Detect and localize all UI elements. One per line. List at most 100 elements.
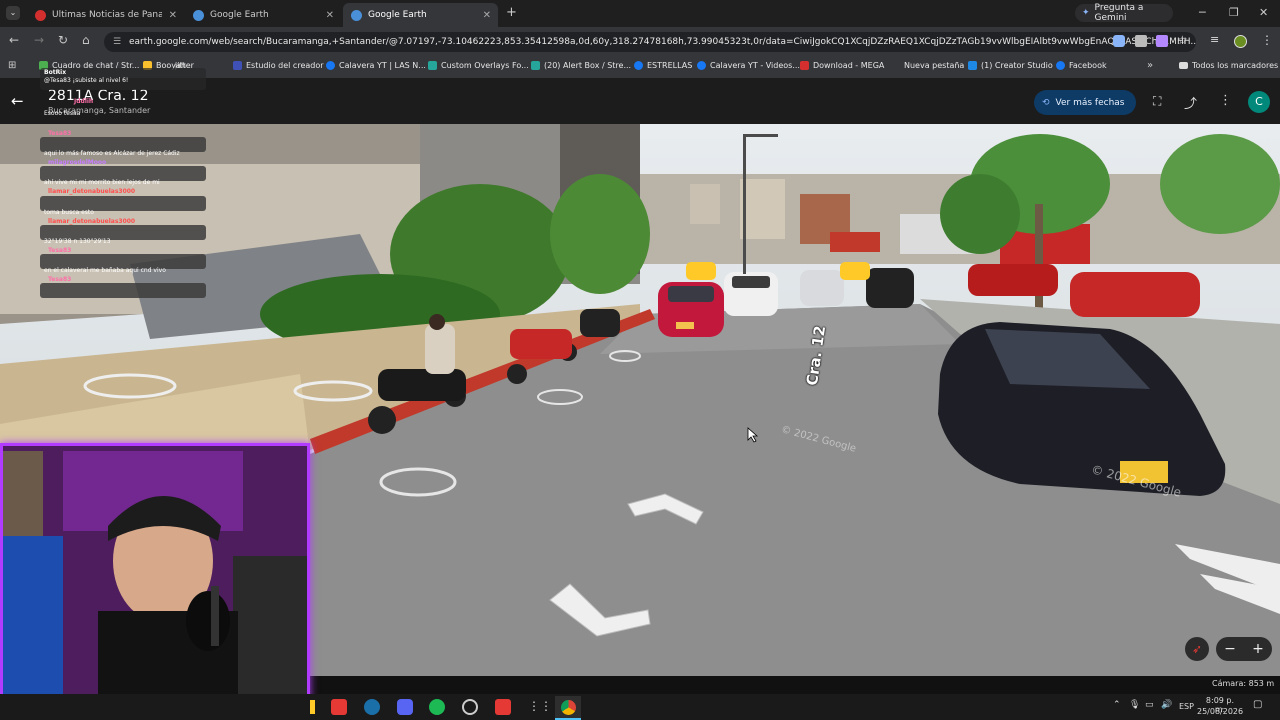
place-title: 2811A Cra. 12 — [48, 88, 149, 104]
spotify-icon[interactable] — [429, 699, 445, 715]
forward-icon[interactable]: → — [34, 33, 44, 47]
reload-icon[interactable]: ↻ — [58, 33, 68, 47]
chat-message-box: ahí vive mi mi morrito bien lejos de mi — [40, 166, 206, 186]
address-bar[interactable]: ☰ earth.google.com/web/search/Bucaramang… — [104, 32, 1196, 52]
share-icon[interactable]: ⤴ — [1184, 93, 1197, 112]
tab-google-earth-active[interactable]: Google Earth ✕ — [343, 3, 498, 27]
bookmark-item[interactable]: Estudio del creador — [233, 61, 324, 70]
bookmark-item[interactable]: Nueva pestaña — [904, 61, 964, 70]
obs-icon[interactable] — [462, 699, 478, 715]
close-tab-icon[interactable]: ✕ — [326, 10, 334, 21]
new-tab-button[interactable]: + — [506, 5, 517, 20]
chat-header-box: BotRix @Tesa83 ¡subiste al nivel 6! — [40, 68, 206, 90]
tray-chevron-icon[interactable]: ⌃ — [1113, 700, 1121, 710]
notifications-icon[interactable]: ▢ — [1253, 699, 1262, 710]
chat-username: Tesa83 — [48, 276, 72, 283]
parked-red-car — [1070, 272, 1200, 317]
chat-username: llamar_detonabuelas3000 — [48, 218, 136, 225]
clock-date[interactable]: 25/08/2026 — [1197, 707, 1243, 716]
chat-message-box: en el calaveral me bañaba aqui cnd vivo — [40, 254, 206, 274]
chat-message: Esooo tesaa — [44, 110, 81, 117]
tiktok-icon[interactable] — [331, 699, 347, 715]
more-dates-label: Ver más fechas — [1055, 97, 1125, 108]
screenshot-icon[interactable]: ⛶ — [1153, 94, 1161, 109]
gemini-button[interactable]: ✦ Pregunta a Gemini — [1075, 3, 1173, 23]
white-car — [724, 272, 778, 316]
google-earth-favicon-icon — [193, 9, 204, 21]
chat-bot-message: @Tesa83 ¡subiste al nivel 6! — [44, 77, 129, 84]
compass-icon[interactable]: ➶ — [1185, 637, 1209, 661]
rider — [425, 324, 455, 374]
chat-username: Jddlih — [74, 98, 94, 105]
close-tab-icon[interactable]: ✕ — [169, 10, 177, 21]
street-lamp — [743, 134, 746, 274]
close-window-icon[interactable]: ✕ — [1259, 6, 1268, 19]
news-favicon-icon — [35, 9, 46, 21]
history-clock-icon: ⟲ — [1042, 97, 1050, 108]
bookmark-item[interactable]: ESTRELLAS — [634, 61, 692, 70]
bookmark-item[interactable]: Custom Overlays Fo... — [428, 61, 529, 70]
network-icon[interactable]: ▭ — [1145, 700, 1154, 710]
tab-search-button[interactable]: ⌄ — [6, 6, 20, 20]
tab-title: Últimas Noticias de Panamá En — [52, 10, 162, 20]
chat-message-box — [40, 283, 206, 298]
taxi — [840, 262, 870, 280]
earth-back-arrow-icon[interactable]: ← — [11, 92, 24, 110]
bookmark-item[interactable]: Calavera YT - Videos... — [697, 61, 800, 70]
bookmark-item[interactable]: (1) Creator Studio — [968, 61, 1053, 70]
browser-tab-strip: ⌄ Últimas Noticias de Panamá En ✕ Google… — [0, 0, 1280, 27]
streamer-webcam-image — [3, 446, 307, 717]
profile-avatar[interactable] — [1234, 35, 1247, 48]
media-control-icon[interactable]: ≡ — [1210, 33, 1219, 46]
zoom-out-icon[interactable]: − — [1224, 641, 1236, 657]
zoom-in-icon[interactable]: + — [1252, 641, 1264, 657]
volume-icon[interactable]: 🔊 — [1161, 700, 1172, 710]
apps-grid-icon[interactable]: ⊞ — [8, 60, 16, 71]
bookmark-item[interactable]: Calavera YT | LAS N... — [326, 61, 426, 70]
earth-menu-icon[interactable]: ⋮ — [1219, 93, 1232, 108]
language-indicator[interactable]: ESP — [1179, 702, 1194, 711]
file-explorer-icon[interactable] — [310, 700, 315, 714]
parked-red-car — [968, 264, 1058, 296]
taxi — [686, 262, 716, 280]
discord-icon[interactable] — [397, 699, 413, 715]
site-info-icon[interactable]: ☰ — [113, 32, 121, 52]
close-tab-icon[interactable]: ✕ — [483, 10, 491, 21]
back-icon[interactable]: ← — [9, 33, 19, 47]
more-bookmarks-chevron-icon[interactable]: » — [1147, 60, 1153, 71]
bookmark-item[interactable]: Download - MEGA — [800, 61, 884, 70]
tab-noticias-panama[interactable]: Últimas Noticias de Panamá En ✕ — [27, 3, 184, 27]
user-avatar[interactable]: C — [1248, 91, 1270, 113]
bookmark-item[interactable]: (20) Alert Box / Stre... — [531, 61, 631, 70]
tab-title: Google Earth — [210, 10, 269, 20]
chat-username: milagrosdelMooo — [48, 159, 107, 166]
steam-icon[interactable] — [364, 699, 380, 715]
chrome-menu-icon[interactable]: ⋮ — [1261, 33, 1273, 47]
bookmark-item[interactable]: Facebook — [1056, 61, 1107, 70]
chat-username: Tesa83 — [48, 247, 72, 254]
chrome-icon — [560, 700, 576, 715]
red-car — [658, 282, 724, 337]
google-earth-favicon-icon — [351, 9, 362, 21]
tab-google-earth-1[interactable]: Google Earth ✕ — [185, 3, 341, 27]
translate-icon[interactable] — [1135, 35, 1147, 47]
chat-username: Tesa83 — [48, 130, 72, 137]
microphone-icon[interactable]: 🎙 — [1129, 700, 1140, 710]
camera-altitude: Cámara: 853 m — [1212, 679, 1275, 688]
minimize-icon[interactable]: ─ — [1199, 6, 1206, 19]
extension-icon[interactable] — [1156, 35, 1168, 47]
home-icon[interactable]: ⌂ — [82, 33, 90, 47]
more-dates-button[interactable]: ⟲ Ver más fechas — [1034, 90, 1136, 115]
bookmark-star-icon[interactable]: ☆ — [1177, 33, 1188, 47]
apps-dots-icon[interactable]: ⋮⋮ — [528, 699, 552, 713]
gemini-label: Pregunta a Gemini — [1094, 3, 1144, 23]
webcam-overlay — [0, 443, 310, 720]
streamlabs-icon[interactable] — [495, 699, 511, 715]
silver-car — [800, 270, 844, 306]
restore-icon[interactable]: ❐ — [1229, 6, 1239, 19]
chat-message-box: aqui lo más famoso es Alcázar de jerez C… — [40, 137, 206, 157]
gemini-sparkle-icon: ✦ — [1082, 8, 1090, 18]
chrome-taskbar-button[interactable] — [555, 696, 581, 720]
lens-icon[interactable] — [1113, 35, 1125, 47]
all-bookmarks-folder[interactable]: Todos los marcadores — [1179, 61, 1278, 70]
